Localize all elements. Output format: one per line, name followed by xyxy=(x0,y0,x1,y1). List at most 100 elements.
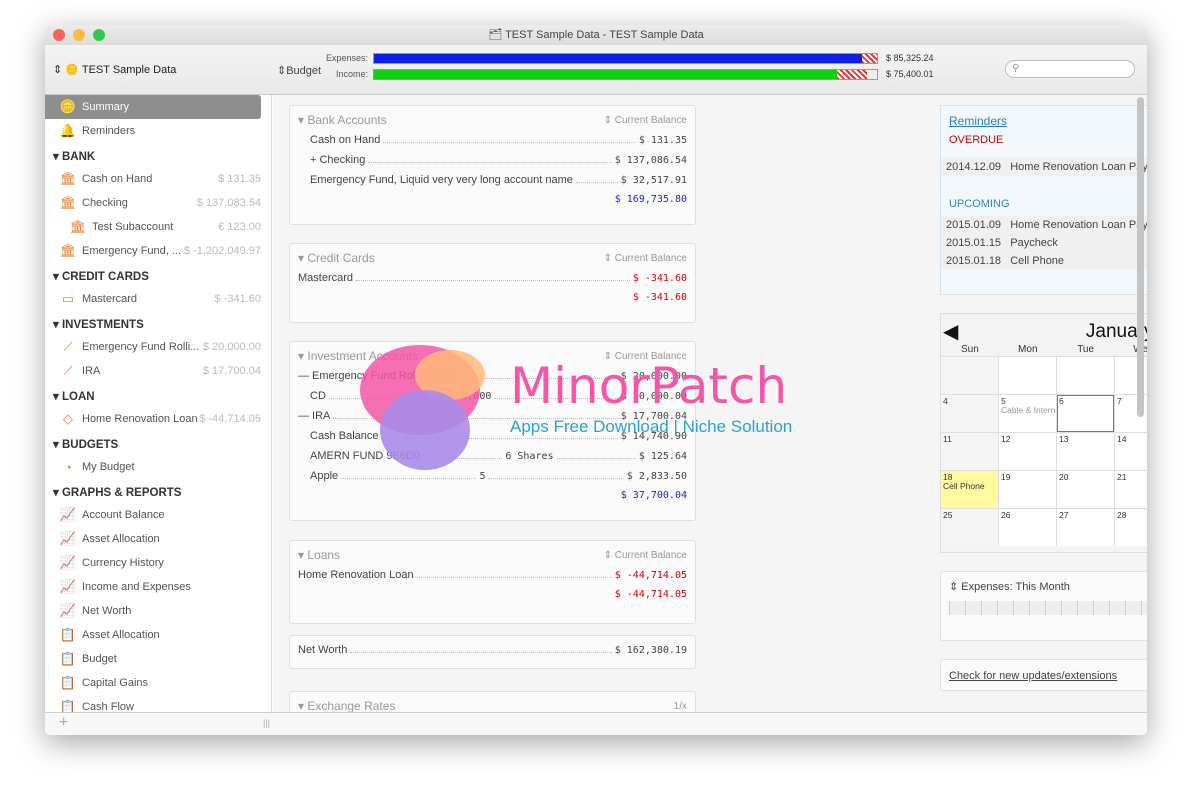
sidebar-item[interactable]: 📈 Currency History xyxy=(45,551,271,575)
sidebar-item[interactable]: 📋 Capital Gains xyxy=(45,671,271,695)
sidebar-item[interactable]: 🏛 Checking $ 137,083.54 xyxy=(45,191,271,215)
calendar-day[interactable]: 19 xyxy=(999,471,1056,508)
account-row[interactable]: Cash Balance $ 14,740.90 xyxy=(290,430,695,450)
sidebar-section-header[interactable]: ▾ GRAPHS & REPORTS xyxy=(45,479,271,503)
sidebar-item[interactable]: ◔ My Budget xyxy=(45,455,271,479)
sort-selector[interactable]: ⇕ Current Balance xyxy=(604,115,687,126)
calendar-event[interactable]: Cable & Internet xyxy=(1001,406,1056,415)
sidebar-item[interactable]: ⟋ IRA $ 17,700.04 xyxy=(45,359,271,383)
sort-selector[interactable]: 1/x xyxy=(674,701,687,712)
disclosure-triangle-icon[interactable]: ▾ xyxy=(53,151,62,163)
account-row[interactable]: Cash on Hand $ 131.35 xyxy=(290,134,695,154)
disclosure-triangle-icon[interactable]: ▾ xyxy=(298,349,307,363)
panel-total: $ -44,714.05 xyxy=(614,589,687,600)
sort-selector[interactable]: ⇕ Current Balance xyxy=(604,253,687,264)
panel-title[interactable]: ▾ Loans xyxy=(298,548,340,562)
calendar-day[interactable]: 25 xyxy=(941,509,998,546)
panel-title[interactable]: ▾ Credit Cards xyxy=(298,251,375,265)
reminder-row[interactable]: 2015.01.09 Home Renovation Loan Payment$… xyxy=(941,216,1147,234)
calendar-day[interactable]: 13 xyxy=(1057,433,1114,470)
account-row[interactable]: Net Worth $ 162,380.19 xyxy=(290,644,695,664)
account-row[interactable]: — IRA $ 17,700.04 xyxy=(290,410,695,430)
budget-selector[interactable]: ⇕Budget xyxy=(277,64,321,77)
account-row[interactable]: Mastercard $ -341.60 xyxy=(290,272,695,292)
account-row[interactable]: AMERN FUND 9E6D0 6 Shares $ 125.64 xyxy=(290,450,695,470)
disclosure-triangle-icon[interactable]: ▾ xyxy=(298,699,307,712)
sidebar-section-header[interactable]: ▾ LOAN xyxy=(45,383,271,407)
calendar-day[interactable]: 27 xyxy=(1057,509,1114,546)
calendar-day[interactable]: 20 xyxy=(1057,471,1114,508)
calendar-day[interactable]: 12 xyxy=(999,433,1056,470)
disclosure-triangle-icon[interactable]: ▾ xyxy=(53,319,62,331)
sidebar-item[interactable]: 📈 Income and Expenses xyxy=(45,575,271,599)
calendar-day[interactable] xyxy=(941,357,998,394)
sidebar-section-header[interactable]: ▾ INVESTMENTS xyxy=(45,311,271,335)
reminders-link[interactable]: Reminders xyxy=(949,114,1007,128)
scrollbar[interactable] xyxy=(1137,97,1144,417)
account-panel: Net Worth $ 162,380.19 xyxy=(289,635,696,669)
sidebar-item[interactable]: 📋 Asset Allocation xyxy=(45,623,271,647)
account-row[interactable]: + Checking $ 137,086.54 xyxy=(290,154,695,174)
sort-selector[interactable]: ⇕ Current Balance xyxy=(604,550,687,561)
calendar-day[interactable]: 26 xyxy=(999,509,1056,546)
zoom-button[interactable] xyxy=(93,29,105,41)
sidebar-item[interactable]: 🔔 Reminders xyxy=(45,119,271,143)
document-selector[interactable]: ⇕ 🪙 TEST Sample Data xyxy=(53,63,176,76)
calendar-day[interactable]: 21 xyxy=(1115,471,1147,508)
account-row[interactable]: Home Renovation Loan $ -44,714.05 xyxy=(290,569,695,589)
sidebar-item[interactable]: ▭ Mastercard $ -341.60 xyxy=(45,287,271,311)
sidebar-item[interactable]: 🏛 Cash on Hand $ 131.35 xyxy=(45,167,271,191)
disclosure-triangle-icon[interactable]: ▾ xyxy=(53,391,62,403)
calendar-day[interactable]: 28 xyxy=(1115,509,1147,546)
sidebar-section-header[interactable]: ▾ BANK xyxy=(45,143,271,167)
sidebar-item[interactable]: 📋 Cash Flow xyxy=(45,695,271,712)
reminder-row[interactable]: 2014.12.09 Home Renovation Loan Payment$… xyxy=(941,158,1147,176)
sidebar-item[interactable]: 📈 Account Balance xyxy=(45,503,271,527)
calendar-day[interactable] xyxy=(999,357,1056,394)
add-icon[interactable]: + xyxy=(59,714,68,731)
calendar-day[interactable]: 6 xyxy=(1057,395,1114,432)
panel-title[interactable]: ▾ Exchange Rates xyxy=(298,699,395,712)
previous-month-arrow[interactable]: ◀ xyxy=(943,314,958,350)
panel-title[interactable]: ▾ Investment Accounts xyxy=(298,349,418,363)
sidebar-item[interactable]: 🪙 Summary xyxy=(45,95,261,119)
sidebar-item[interactable]: 📈 Asset Allocation xyxy=(45,527,271,551)
sidebar-section-header[interactable]: ▾ BUDGETS xyxy=(45,431,271,455)
calendar-day[interactable]: 18 Cell Phone xyxy=(941,471,998,508)
disclosure-triangle-icon[interactable]: ▾ xyxy=(298,113,307,127)
account-row[interactable]: CD 20,000 $ 20,000.00 xyxy=(290,390,695,410)
disclosure-triangle-icon[interactable]: ▾ xyxy=(53,487,62,499)
sidebar-item[interactable]: 📈 Net Worth xyxy=(45,599,271,623)
disclosure-triangle-icon[interactable]: ▾ xyxy=(53,271,62,283)
account-row[interactable]: Apple 5 $ 2,833.50 xyxy=(290,470,695,490)
account-row[interactable]: Emergency Fund, Liquid very very long ac… xyxy=(290,174,695,194)
sidebar-item[interactable]: 📋 Budget xyxy=(45,647,271,671)
sidebar-item[interactable]: ◇ Home Renovation Loan $ -44,714.05 xyxy=(45,407,271,431)
check-updates-link[interactable]: Check for new updates/extensions xyxy=(949,670,1117,682)
disclosure-triangle-icon[interactable]: ▾ xyxy=(53,439,62,451)
search-input[interactable]: ⚲ xyxy=(1005,60,1135,78)
day-number: 27 xyxy=(1059,510,1069,520)
sort-selector[interactable]: ⇕ Current Balance xyxy=(604,351,687,362)
disclosure-triangle-icon[interactable]: ▾ xyxy=(298,548,307,562)
day-number: 11 xyxy=(943,434,952,444)
close-button[interactable] xyxy=(53,29,65,41)
calendar-event[interactable]: Cell Phone xyxy=(943,482,996,491)
calendar-day[interactable]: 11 xyxy=(941,433,998,470)
reminder-row[interactable]: 2015.01.15 Paycheck$ 2,300.00 xyxy=(941,234,1147,252)
sidebar-item[interactable]: 🏛 Test Subaccount € 123.00 xyxy=(45,215,271,239)
expenses-widget-title[interactable]: Expenses: This Month xyxy=(961,581,1070,593)
panel-title[interactable]: ▾ Bank Accounts xyxy=(298,113,387,127)
sidebar-item[interactable]: ⟋ Emergency Fund Rolli... $ 20,000.00 xyxy=(45,335,271,359)
minimize-button[interactable] xyxy=(73,29,85,41)
disclosure-triangle-icon[interactable]: ▾ xyxy=(298,251,307,265)
calendar-day[interactable]: 14 xyxy=(1115,433,1147,470)
calendar-day[interactable]: 5Cable & Internet xyxy=(999,395,1056,432)
resize-handle-icon[interactable]: ||| xyxy=(263,713,270,733)
sidebar-item[interactable]: 🏛 Emergency Fund, ... $ -1,202,049.97 xyxy=(45,239,271,263)
sidebar-section-header[interactable]: ▾ CREDIT CARDS xyxy=(45,263,271,287)
reminder-row[interactable]: 2015.01.18 Cell Phone$ 89.56 xyxy=(941,252,1147,270)
account-row[interactable]: — Emergency Fund Rolling CDs $ 20,000.00 xyxy=(290,370,695,390)
calendar-day[interactable]: 4 xyxy=(941,395,998,432)
calendar-day[interactable] xyxy=(1057,357,1114,394)
